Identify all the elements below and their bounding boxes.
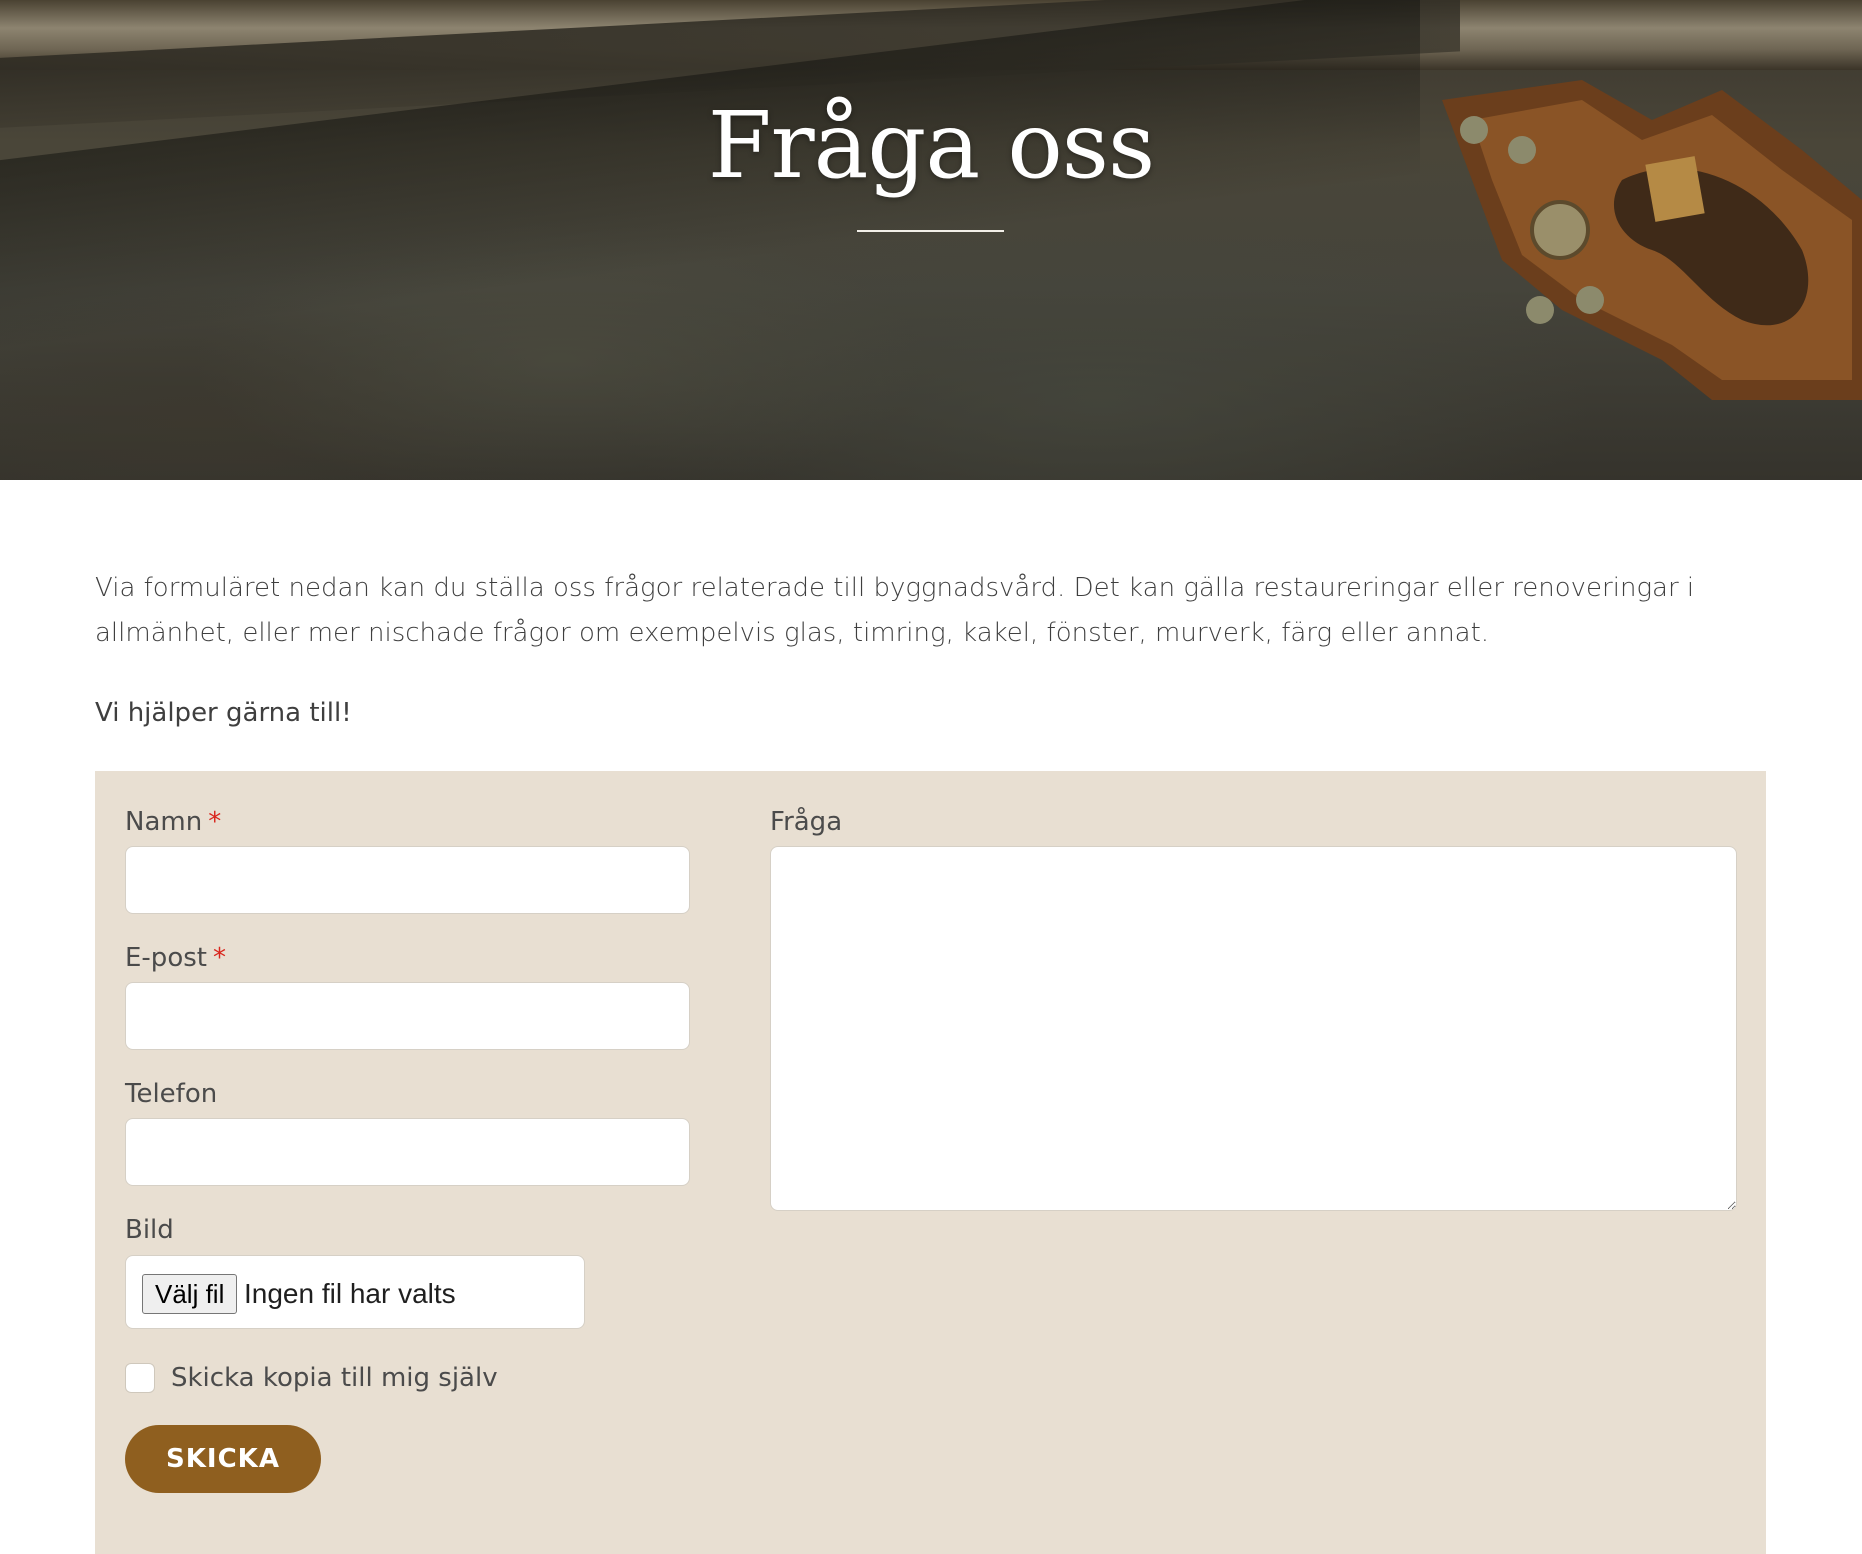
image-file-field[interactable]: Välj fil Ingen fil har valts bbox=[125, 1255, 585, 1329]
name-input[interactable] bbox=[125, 846, 690, 914]
name-label-text: Namn bbox=[125, 807, 203, 837]
contact-form: Namn * E-post * Telefon Bild Välj fil Inge… bbox=[95, 771, 1766, 1554]
email-label: E-post * bbox=[125, 943, 226, 973]
email-required-marker: * bbox=[212, 943, 226, 973]
submit-button[interactable]: SKICKA bbox=[125, 1425, 321, 1493]
email-label-text: E-post bbox=[125, 943, 207, 973]
send-copy-checkbox[interactable] bbox=[125, 1363, 155, 1393]
question-textarea[interactable] bbox=[770, 846, 1737, 1211]
phone-input[interactable] bbox=[125, 1118, 690, 1186]
phone-label: Telefon bbox=[125, 1079, 218, 1109]
intro-paragraph: Via formuläret nedan kan du ställa oss f… bbox=[95, 573, 1695, 648]
question-label: Fråga bbox=[770, 807, 843, 837]
intro-tagline: Vi hjälper gärna till! bbox=[95, 698, 352, 728]
send-copy-label[interactable]: Skicka kopia till mig själv bbox=[171, 1361, 498, 1395]
choose-file-button[interactable]: Välj fil bbox=[142, 1274, 238, 1314]
file-status-text: Ingen fil har valts bbox=[244, 1278, 456, 1309]
page-title: Fråga oss bbox=[707, 92, 1155, 199]
name-required-marker: * bbox=[208, 807, 222, 837]
email-input[interactable] bbox=[125, 982, 690, 1050]
hero-banner: Fråga oss bbox=[0, 0, 1862, 480]
image-label: Bild bbox=[125, 1215, 174, 1245]
title-divider bbox=[857, 230, 1004, 232]
name-label: Namn * bbox=[125, 807, 221, 837]
